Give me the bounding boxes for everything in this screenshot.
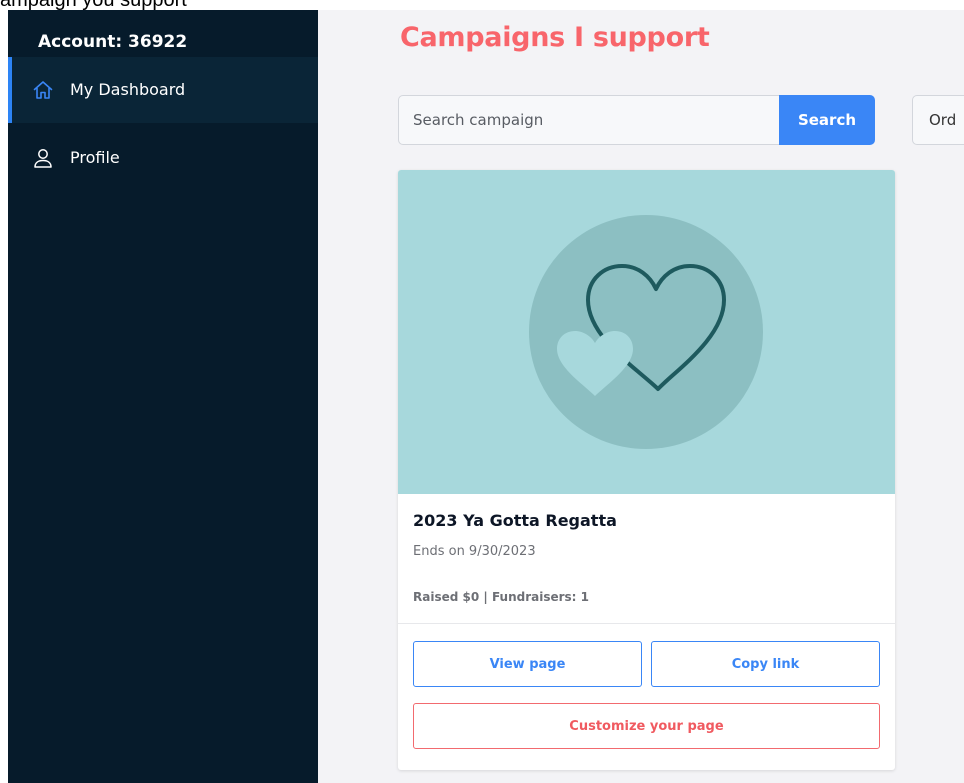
account-label: Account: 36922 — [38, 32, 188, 52]
top-cropped-strip: ampaign you support — [0, 0, 964, 10]
card-divider — [398, 623, 895, 624]
order-select[interactable]: Ord — [912, 95, 964, 145]
view-page-button[interactable]: View page — [413, 641, 642, 687]
user-icon — [32, 147, 54, 169]
sidebar-item-my-dashboard[interactable]: My Dashboard — [8, 57, 318, 123]
campaign-stats: Raised $0 | Fundraisers: 1 — [413, 590, 590, 604]
top-cropped-text: ampaign you support — [0, 0, 187, 10]
campaign-title: 2023 Ya Gotta Regatta — [413, 511, 617, 530]
search-button[interactable]: Search — [779, 95, 875, 145]
campaign-end-date: Ends on 9/30/2023 — [413, 544, 536, 559]
copy-link-button[interactable]: Copy link — [651, 641, 880, 687]
customize-page-button[interactable]: Customize your page — [413, 703, 880, 749]
search-input[interactable] — [413, 96, 773, 144]
page-title: Campaigns I support — [400, 22, 710, 53]
sidebar-item-label: My Dashboard — [70, 80, 186, 99]
main-content: Campaigns I support Search Ord 2023 Ya G… — [318, 10, 964, 783]
campaign-card: 2023 Ya Gotta Regatta Ends on 9/30/2023 … — [398, 170, 895, 770]
order-select-label: Ord — [929, 111, 957, 129]
sidebar-item-profile[interactable]: Profile — [8, 125, 318, 191]
campaign-image — [398, 170, 895, 494]
left-gutter — [0, 10, 8, 783]
app-root: ampaign you support Account: 36922 My Da… — [0, 0, 964, 783]
sidebar-item-label: Profile — [70, 148, 120, 167]
hearts-icon — [529, 215, 763, 449]
home-icon — [32, 79, 54, 101]
search-box — [398, 95, 780, 145]
